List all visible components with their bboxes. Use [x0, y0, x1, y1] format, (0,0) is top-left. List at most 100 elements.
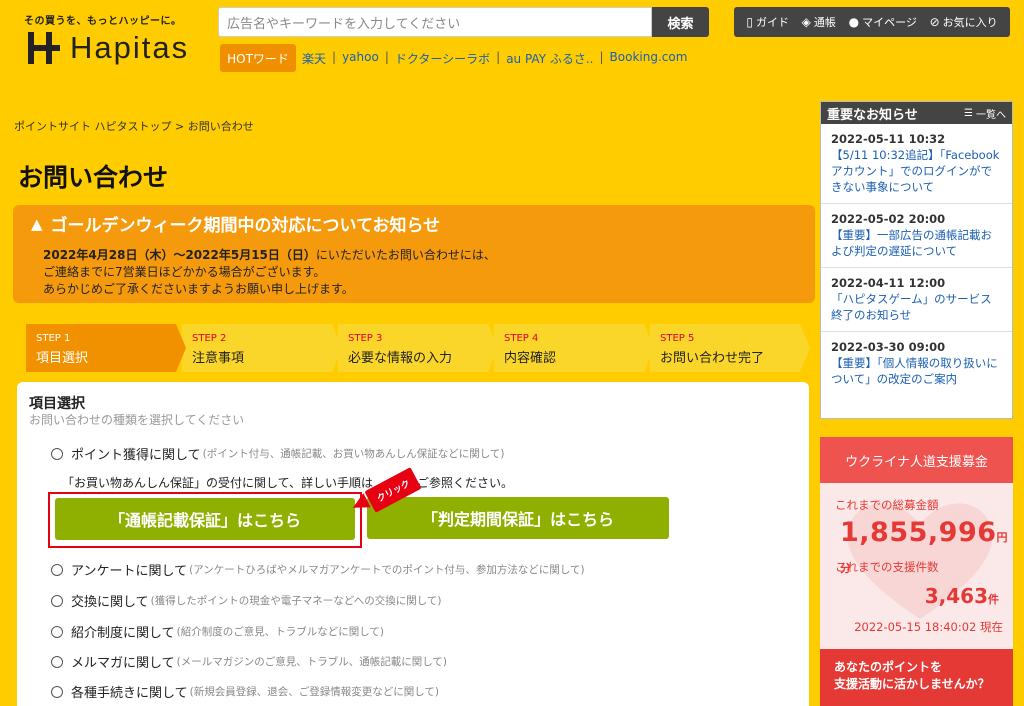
step-4: STEP 4 内容確認	[494, 324, 654, 372]
news-link[interactable]: 【重要】「個人情報の取り扱いについて」の改定のご案内	[831, 355, 1002, 387]
step-indicator: STEP 1 項目選択 STEP 2 注意事項 STEP 3 必要な情報の入力 …	[26, 324, 810, 372]
section-subtitle: お問い合わせの種類を選択してください	[29, 413, 245, 427]
donation-timestamp: 2022-05-15 18:40:02 現在	[854, 620, 1003, 634]
option-note: (新規会員登録、退会、ご登録情報変更などに関して)	[189, 686, 440, 698]
news-date: 2022-05-02 20:00	[831, 212, 946, 226]
option-note: (獲得したポイントの現金や電子マネーなどへの交換に関して)	[150, 595, 442, 607]
news-link[interactable]: 【重要】一部広告の通帳記載および判定の遅延について	[831, 227, 1002, 259]
radio-button[interactable]	[51, 447, 63, 460]
news-item[interactable]: 2022-04-11 12:00 「ハピタスゲーム」のサービス終了のお知らせ	[821, 268, 1012, 332]
user-nav: ▯ ガイド ◈ 通帳 ● マイページ ⊘ お気に入り	[734, 7, 1010, 37]
news-title: 重要なお知らせ	[827, 107, 918, 123]
support-count-label: これまでの支援件数	[835, 560, 939, 574]
inquiry-type-panel: 項目選択 お問い合わせの種類を選択してください ポイント獲得に関して (ポイント…	[17, 382, 809, 706]
option-label: メルマガに関して	[71, 656, 175, 671]
cta-line: 支援活動に活かしませんか？	[834, 677, 990, 691]
nav-mypage[interactable]: ● マイページ	[849, 14, 917, 30]
news-date: 2022-04-11 12:00	[831, 276, 946, 290]
step-number: STEP 2	[192, 333, 227, 344]
news-date: 2022-03-30 09:00	[831, 340, 946, 354]
radio-button[interactable]	[51, 655, 63, 668]
news-link[interactable]: 「ハピタスゲーム」のサービス終了のお知らせ	[831, 291, 1002, 323]
step-label: 項目選択	[36, 351, 89, 366]
nav-guide-label: ガイド	[755, 16, 789, 29]
step-number: STEP 1	[36, 333, 71, 344]
step-number: STEP 4	[504, 333, 539, 344]
cta-line: あなたのポイントを	[834, 660, 943, 674]
breadcrumb: ポイントサイト ハピタストップ > お問い合わせ	[14, 118, 254, 134]
warning-icon: ▲	[31, 214, 43, 233]
notice-line1: にいただいたお問い合わせには、	[315, 248, 496, 262]
nav-passbook-label: 通帳	[813, 16, 836, 29]
passbook-guarantee-button[interactable]: 「通帳記載保証」はこちら	[55, 498, 355, 540]
donation-title: ウクライナ人道支援募金	[820, 437, 1013, 483]
hot-word-links: 楽天 | yahoo | ドクターシーラボ | au PAY ふるさ.. | Booki…	[302, 50, 688, 67]
search-button[interactable]: 検索	[652, 7, 709, 37]
option-label: アンケートに関して	[71, 564, 188, 579]
option-exchange[interactable]: 交換に関して (獲得したポイントの現金や電子マネーなどへの交換に関して)	[51, 591, 441, 610]
step-label: 内容確認	[504, 351, 557, 366]
step-label: お問い合わせ完了	[660, 351, 765, 366]
news-all-link[interactable]: ☰ 一覧へ	[964, 106, 1006, 121]
search-input[interactable]: 広告名やキーワードを入力してください	[218, 7, 652, 37]
judgment-period-guarantee-button[interactable]: 「判定期間保証」はこちら	[367, 497, 669, 539]
notice-title-row: ▲ ゴールデンウィーク期間中の対応についてお知らせ	[31, 211, 441, 237]
notice-title: ゴールデンウィーク期間中の対応についてお知らせ	[50, 216, 441, 236]
hapitas-logo[interactable]: Hapitas	[24, 30, 189, 66]
guide-icon: ▯	[746, 15, 753, 29]
hot-link[interactable]: Booking.com	[610, 50, 688, 67]
step-5: STEP 5 お問い合わせ完了	[650, 324, 810, 372]
list-icon: ☰	[964, 107, 973, 119]
nav-favorites[interactable]: ⊘ お気に入り	[930, 14, 998, 30]
total-amount-value: 1,855,996	[840, 517, 997, 548]
radio-button[interactable]	[51, 563, 63, 576]
hot-link[interactable]: 楽天	[302, 50, 326, 67]
support-count-value: 3,463	[924, 584, 988, 608]
hot-link[interactable]: ドクターシーラボ	[395, 50, 490, 67]
gw-notice: ▲ ゴールデンウィーク期間中の対応についてお知らせ 2022年4月28日（木）〜…	[13, 205, 815, 303]
option-point-earning[interactable]: ポイント獲得に関して (ポイント付与、通帳記載、お買い物あんしん保証などに関して…	[51, 444, 505, 463]
option-label: 各種手続きに関して	[71, 686, 188, 701]
donation-cta[interactable]: あなたのポイントを 支援活動に活かしませんか？	[820, 649, 1013, 706]
section-title: 項目選択	[29, 396, 85, 412]
news-item[interactable]: 2022-05-11 10:32 【5/11 10:32追記】「Facebook…	[821, 124, 1012, 204]
ukraine-donation-banner[interactable]: ウクライナ人道支援募金 これまでの総募金額 1,855,996円分 これまでの支…	[820, 437, 1013, 706]
option-procedures[interactable]: 各種手続きに関して (新規会員登録、退会、ご登録情報変更などに関して)	[51, 682, 439, 701]
breadcrumb-current: お問い合わせ	[187, 120, 254, 133]
news-item[interactable]: 2022-05-02 20:00 【重要】一部広告の通帳記載および判定の遅延につ…	[821, 204, 1012, 268]
option-survey[interactable]: アンケートに関して (アンケートひろばやメルマガアンケートでのポイント付与、参加…	[51, 560, 585, 579]
option-label: 交換に関して	[71, 595, 149, 610]
nav-mypage-label: マイページ	[862, 16, 917, 29]
hot-link[interactable]: yahoo	[342, 50, 379, 67]
breadcrumb-separator: >	[175, 120, 185, 133]
notice-period: 2022年4月28日（木）〜2022年5月15日（日）	[43, 248, 316, 262]
option-mail-magazine[interactable]: メルマガに関して (メールマガジンのご意見、トラブル、通帳記載に関して)	[51, 652, 447, 671]
step-2: STEP 2 注意事項	[182, 324, 342, 372]
guide-text-start: 「お買い物あんしん保証」の受付に関して、詳しい手順は	[62, 476, 374, 490]
news-all-label: 一覧へ	[976, 109, 1006, 121]
radio-button[interactable]	[51, 594, 63, 607]
logo-mark-icon	[24, 30, 62, 66]
radio-button[interactable]	[51, 625, 63, 638]
notice-line2: ご連絡までに7営業日ほどかかる場合がございます。	[43, 265, 326, 279]
option-label: 紹介制度に関して	[71, 626, 175, 641]
news-item[interactable]: 2022-03-30 09:00 【重要】「個人情報の取り扱いについて」の改定の…	[821, 332, 1012, 395]
news-link[interactable]: 【5/11 10:32追記】「Facebookアカウント」でのログインができない…	[831, 147, 1002, 195]
option-referral[interactable]: 紹介制度に関して (紹介制度のご意見、トラブルなどに関して)	[51, 622, 384, 641]
support-count-unit: 件	[988, 593, 999, 606]
radio-button[interactable]	[51, 685, 63, 698]
hot-link[interactable]: au PAY ふるさ..	[506, 50, 593, 67]
hot-word-badge: HOTワード	[220, 44, 296, 72]
nav-guide[interactable]: ▯ ガイド	[746, 14, 789, 30]
person-icon: ●	[848, 15, 860, 29]
step-3: STEP 3 必要な情報の入力	[338, 324, 498, 372]
nav-passbook[interactable]: ◈ 通帳	[802, 14, 836, 30]
step-label: 注意事項	[192, 351, 245, 366]
option-note: (紹介制度のご意見、トラブルなどに関して)	[176, 626, 385, 638]
guide-text: 「お買い物あんしん保証」の受付に関して、詳しい手順は ご参照ください。	[62, 474, 513, 491]
news-date: 2022-05-11 10:32	[831, 132, 946, 146]
important-news: 重要なお知らせ ☰ 一覧へ 2022-05-11 10:32 【5/11 10:…	[820, 101, 1013, 419]
option-note: (アンケートひろばやメルマガアンケートでのポイント付与、参加方法などに関して)	[189, 564, 585, 576]
breadcrumb-home[interactable]: ポイントサイト ハピタストップ	[14, 120, 172, 133]
news-header: 重要なお知らせ ☰ 一覧へ	[821, 102, 1012, 124]
